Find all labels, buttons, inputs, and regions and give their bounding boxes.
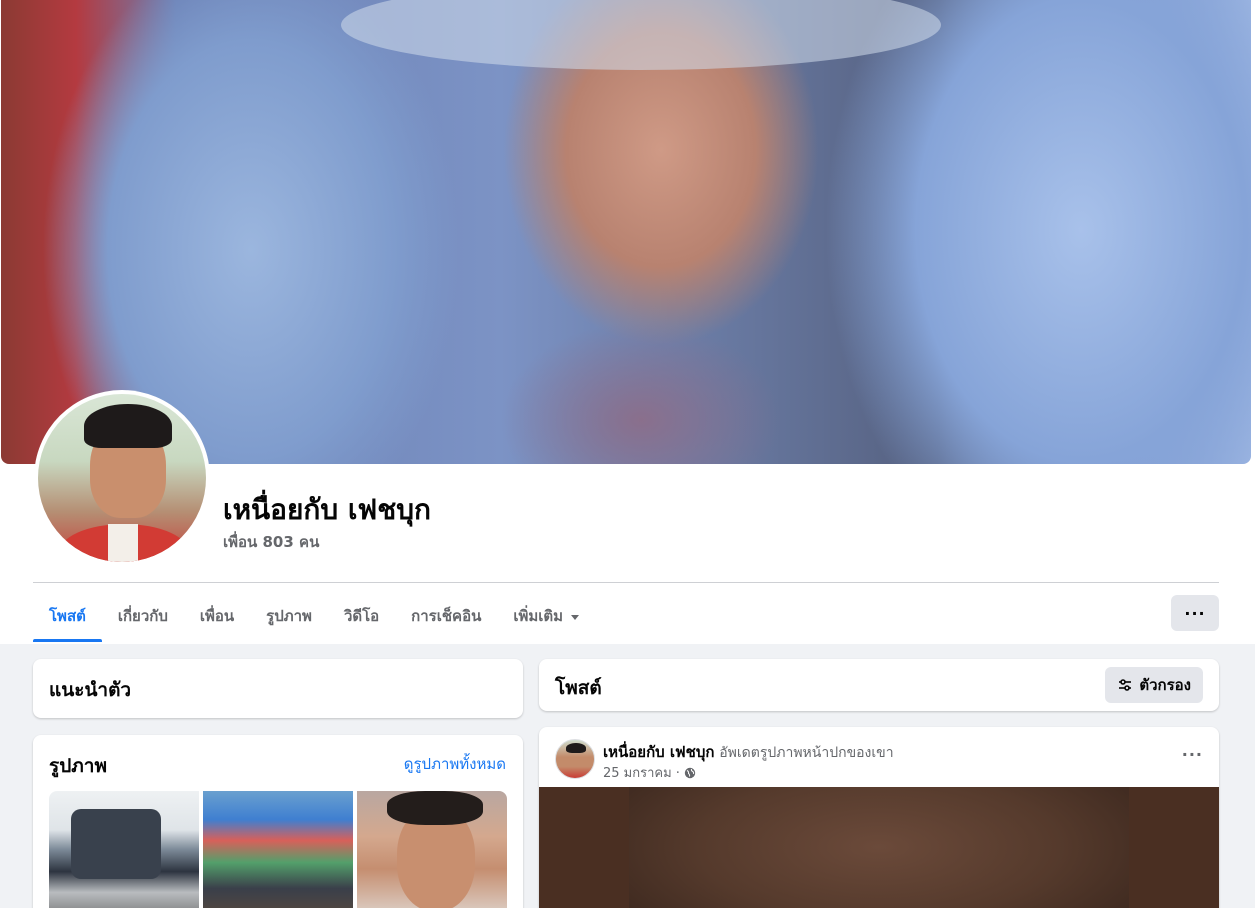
tab-videos[interactable]: วิดีโอ: [328, 590, 395, 642]
photos-card: รูปภาพ ดูรูปภาพทั้งหมด: [33, 735, 523, 908]
tab-about[interactable]: เกี่ยวกับ: [102, 590, 184, 642]
profile-tabs: โพสต์ เกี่ยวกับ เพื่อน รูปภาพ วิดีโอ การ…: [33, 590, 595, 642]
tab-photos[interactable]: รูปภาพ: [250, 590, 328, 642]
intro-card: แนะนำตัว: [33, 659, 523, 718]
post-header: เหนื่อยกับ เฟชบุก อัพเดตรูปภาพหน้าปกของเ…: [603, 740, 894, 764]
avatar-hair: [84, 404, 172, 448]
tab-label: วิดีโอ: [343, 607, 380, 625]
photo-grid: [49, 791, 507, 908]
tab-checkins[interactable]: การเช็คอิน: [395, 590, 497, 642]
post-author-avatar[interactable]: [555, 739, 595, 779]
caret-down-icon: [571, 614, 580, 620]
photo-detail: [387, 791, 483, 825]
posts-title: โพสต์: [555, 677, 602, 699]
profile-more-button[interactable]: ···: [1171, 595, 1219, 631]
avatar-hair: [566, 743, 586, 753]
post-image-content: [629, 787, 1129, 908]
post-card: เหนื่อยกับ เฟชบุก อัพเดตรูปภาพหน้าปกของเ…: [539, 727, 1219, 908]
photo-detail: [71, 809, 161, 879]
intro-title: แนะนำตัว: [49, 679, 132, 701]
profile-avatar[interactable]: [34, 390, 210, 566]
posts-header-card: โพสต์ ตัวกรอง: [539, 659, 1219, 711]
header-divider: [33, 582, 1219, 583]
post-options-button[interactable]: ···: [1182, 745, 1203, 764]
friends-count-link[interactable]: เพื่อน 803 คน: [223, 530, 319, 554]
tab-friends[interactable]: เพื่อน: [184, 590, 250, 642]
post-date[interactable]: 25 มกราคม ·: [603, 762, 680, 783]
cover-photo-detail: [341, 0, 941, 70]
profile-header: เหนื่อยกับ เฟชบุก เพื่อน 803 คน โพสต์ เก…: [0, 0, 1255, 644]
photo-thumbnail[interactable]: [357, 791, 507, 908]
tab-label: เกี่ยวกับ: [117, 607, 168, 625]
tab-label: รูปภาพ: [266, 607, 312, 625]
photo-thumbnail[interactable]: [49, 791, 199, 908]
globe-icon: [684, 767, 696, 778]
tab-more[interactable]: เพิ่มเติม: [497, 590, 595, 642]
tab-label: เพิ่มเติม: [513, 607, 564, 625]
post-image[interactable]: [539, 787, 1219, 908]
post-author-name[interactable]: เหนื่อยกับ เฟชบุก: [603, 743, 714, 761]
profile-name: เหนื่อยกับ เฟชบุก: [223, 493, 431, 526]
photos-title[interactable]: รูปภาพ: [49, 751, 107, 781]
avatar-image: [38, 394, 206, 562]
sliders-icon: [1119, 679, 1132, 691]
filter-label: ตัวกรอง: [1139, 676, 1191, 694]
tab-label: โพสต์: [49, 607, 86, 625]
tab-posts[interactable]: โพสต์: [33, 590, 102, 642]
cover-photo[interactable]: [1, 0, 1251, 464]
photo-thumbnail[interactable]: [203, 791, 353, 908]
post-action-text: อัพเดตรูปภาพหน้าปกของเขา: [719, 745, 894, 761]
filter-button[interactable]: ตัวกรอง: [1105, 667, 1203, 703]
tab-label: การเช็คอิน: [411, 607, 482, 625]
post-meta: 25 มกราคม ·: [603, 762, 696, 783]
tab-label: เพื่อน: [199, 607, 235, 625]
avatar-shirt-stripe: [108, 524, 138, 562]
see-all-photos-link[interactable]: ดูรูปภาพทั้งหมด: [404, 752, 506, 776]
